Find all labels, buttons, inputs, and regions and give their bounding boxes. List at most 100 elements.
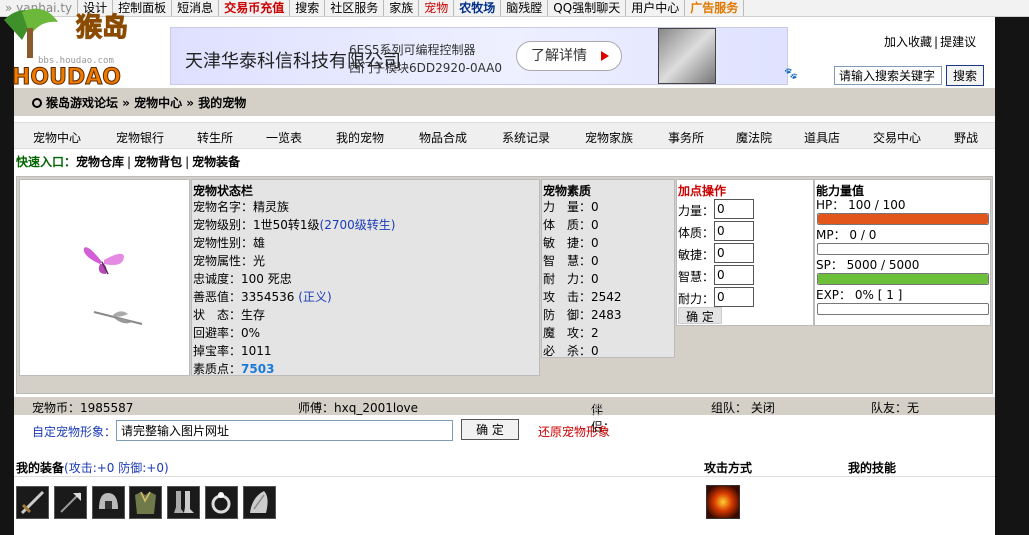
quality-panel: 宠物素质 力 量：0 体 质：0 敏 捷：0 智 慧：0 耐 力：0 攻 击：2…: [541, 179, 675, 358]
menu-item-synthesis[interactable]: 物品合成: [419, 129, 467, 146]
karma-link[interactable]: (正义): [298, 290, 331, 304]
custom-image-url-input[interactable]: [116, 420, 453, 441]
banner-more-button[interactable]: 了解详情: [516, 41, 622, 71]
menu-item-pet-family[interactable]: 宠物家族: [585, 129, 633, 146]
menu-item-pet-center[interactable]: 宠物中心: [33, 129, 81, 146]
add-agility-input[interactable]: [714, 243, 754, 263]
quality-defense: 防 御：2483: [543, 308, 622, 322]
suggest-link[interactable]: 提建议: [938, 35, 978, 49]
menu-item-overview[interactable]: 一览表: [266, 129, 302, 146]
sword-icon[interactable]: [16, 486, 49, 519]
add-points-confirm-button[interactable]: 确 定: [678, 307, 722, 324]
butterfly-pet-icon: [83, 247, 124, 275]
status-title: 宠物状态栏: [193, 184, 254, 198]
nav-item-user-center[interactable]: 用户中心: [626, 0, 686, 16]
nav-item-brain[interactable]: 脑残膛: [501, 0, 549, 16]
pet-quality-points-row: 素质点：7503: [192, 360, 539, 378]
header-links: 加入收藏 | 提建议: [882, 35, 978, 49]
ring-icon[interactable]: [205, 486, 239, 519]
site-logo[interactable]: 猴岛 HOUDAO bbs.houdao.com: [0, 0, 160, 92]
search-button[interactable]: 搜索: [946, 65, 984, 86]
pet-drop-rate: 掉宝率：1011: [193, 344, 272, 358]
equipment-stat: (攻击:+0 防御:+0): [64, 461, 169, 475]
menu-item-rebirth[interactable]: 转生所: [197, 129, 233, 146]
add-strength-input[interactable]: [714, 199, 754, 219]
menu-item-shop[interactable]: 道具店: [804, 129, 840, 146]
pet-panel: 宠物状态栏 宠物名字：精灵族 宠物级别：1世50转1级(2700级转生) 宠物性…: [16, 176, 993, 394]
pet-coin: 宠物币：1985587: [32, 401, 134, 415]
quick-link-backpack[interactable]: 宠物背包: [134, 155, 182, 169]
pet-loyalty: 忠诚度：100 死忠: [193, 272, 292, 286]
pet-name: 宠物名字：精灵族: [193, 200, 290, 214]
add-constitution-input[interactable]: [714, 221, 754, 241]
attack-mode-icon[interactable]: [706, 485, 740, 519]
nav-item-pet[interactable]: 宠物: [419, 0, 455, 16]
dragonfly-pet-icon: [93, 311, 143, 325]
menu-item-field-battle[interactable]: 野战: [954, 129, 978, 146]
nav-item-messages[interactable]: 短消息: [172, 0, 220, 16]
bookmark-link[interactable]: 加入收藏: [882, 35, 934, 49]
nav-item-farm[interactable]: 农牧场: [454, 0, 502, 16]
custom-image-confirm-button[interactable]: 确 定: [461, 419, 519, 440]
nav-item-qq-chat[interactable]: QQ强制聊天: [548, 0, 627, 16]
pet-menu: 宠物中心 宠物银行 转生所 一览表 我的宠物 物品合成 系统记录 宠物家族 事务…: [14, 122, 995, 149]
hp-bar: [817, 213, 989, 225]
restore-image-link[interactable]: 还原宠物形象: [538, 423, 610, 440]
scepter-icon[interactable]: [53, 486, 87, 519]
skills-title: 我的技能: [848, 461, 897, 475]
pet-team: 组队： 关闭: [711, 401, 775, 415]
menu-item-pet-bank[interactable]: 宠物银行: [116, 129, 164, 146]
pet-friend: 队友：无: [871, 401, 920, 415]
pet-mate-value: 无: [591, 403, 604, 417]
add-agility-label: 敏捷：: [678, 248, 715, 262]
nav-item-community[interactable]: 社区服务: [325, 0, 385, 16]
attack-mode-title: 攻击方式: [704, 461, 753, 475]
pet-level-row: 宠物级别：1世50转1级(2700级转生): [192, 216, 539, 234]
quality-endurance: 耐 力：0: [543, 272, 599, 286]
gauntlet-icon[interactable]: [242, 486, 276, 519]
boots-icon[interactable]: [167, 486, 201, 519]
menu-item-records[interactable]: 系统记录: [502, 129, 550, 146]
power-panel: 能力量值 HP： 100 / 100 MP： 0 / 0 SP： 5000 / …: [814, 179, 991, 326]
nav-item-ads[interactable]: 广告服务: [685, 0, 745, 16]
exp-value: EXP： 0% [ 1 ]: [816, 288, 903, 302]
nav-item-family[interactable]: 家族: [384, 0, 420, 16]
search-icon: [32, 98, 42, 108]
exp-bar: [817, 303, 989, 315]
page: » yanhai.ty 设计 控制面板 短消息 交易币充值 搜索 社区服务 家族 宠物 农牧场 脑残…: [0, 0, 1029, 535]
play-arrow-icon: [601, 51, 609, 61]
add-wisdom-input[interactable]: [714, 265, 754, 285]
quality-magic-attack: 魔 攻：2: [543, 326, 599, 340]
quick-link-equipment[interactable]: 宠物装备: [192, 155, 240, 169]
rebirth-link[interactable]: (2700级转生): [320, 218, 396, 232]
add-points-title: 加点操作: [678, 184, 727, 198]
menu-item-office[interactable]: 事务所: [668, 129, 704, 146]
quality-title: 宠物素质: [543, 184, 592, 198]
quick-link-warehouse[interactable]: 宠物仓库: [76, 155, 124, 169]
add-wisdom-label: 智慧：: [678, 270, 715, 284]
status-panel: 宠物状态栏 宠物名字：精灵族 宠物级别：1世50转1级(2700级转生) 宠物性…: [191, 179, 540, 376]
mp-value: MP： 0 / 0: [816, 228, 877, 242]
nav-item-search[interactable]: 搜索: [290, 0, 326, 16]
hp-value: HP： 100 / 100: [816, 198, 906, 212]
add-strength-label: 力量：: [678, 204, 715, 218]
breadcrumb-text[interactable]: 猴岛游戏论坛 » 宠物中心 » 我的宠物: [46, 96, 246, 110]
add-endurance-label: 耐力：: [678, 292, 715, 306]
hp-bar-fill: [818, 214, 988, 224]
ad-banner[interactable]: 天津华泰科信科技有限公司 6ES5系列可编程控制器 西门子模块6DD2920-0…: [170, 27, 788, 85]
menu-item-trade[interactable]: 交易中心: [873, 129, 921, 146]
add-constitution-label: 体质：: [678, 226, 715, 240]
pet-karma: 善恶值：3354536: [193, 290, 295, 304]
helmet-icon[interactable]: [91, 486, 125, 519]
equipment-title-text: 我的装备: [16, 461, 65, 475]
nav-item-recharge[interactable]: 交易币充值: [219, 0, 291, 16]
equipment-title: 我的装备(攻击:+0 防御:+0): [16, 459, 169, 476]
pet-dodge: 回避率：0%: [193, 326, 261, 340]
menu-item-my-pet[interactable]: 我的宠物: [336, 129, 384, 146]
armor-icon[interactable]: [129, 486, 163, 519]
add-endurance-input[interactable]: [714, 287, 754, 307]
search-input[interactable]: [834, 66, 942, 85]
menu-item-magic[interactable]: 魔法院: [736, 129, 772, 146]
pet-karma-row: 善恶值：3354536 (正义): [192, 288, 539, 306]
add-constitution-row: 体质：: [677, 220, 813, 242]
